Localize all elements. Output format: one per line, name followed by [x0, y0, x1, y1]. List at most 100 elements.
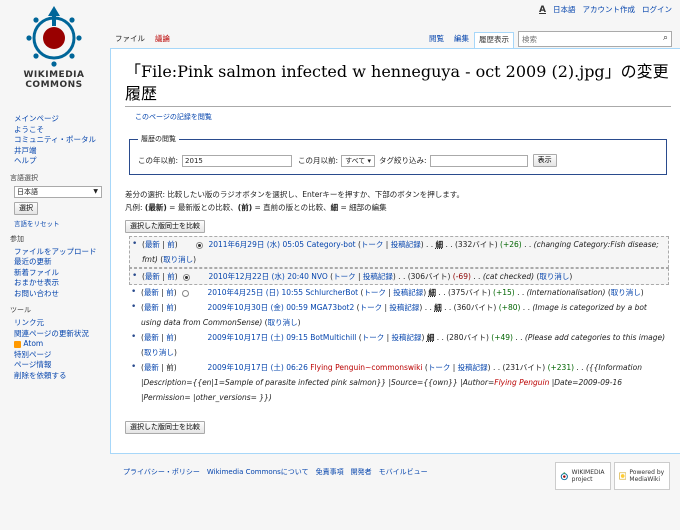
prev-link[interactable]: 前: [166, 303, 174, 312]
tab-edit[interactable]: 編集: [450, 32, 473, 48]
cur-link[interactable]: 最新: [144, 333, 159, 342]
sidebar-item-welcome[interactable]: ようこそ: [10, 125, 102, 136]
oldid-radio[interactable]: [183, 273, 191, 281]
tab-file[interactable]: ファイル: [111, 32, 149, 48]
cur-link[interactable]: 最新: [145, 272, 160, 281]
diff-radio[interactable]: [196, 241, 204, 249]
revision-date-link[interactable]: 2010年12月22日 (水) 20:40: [208, 272, 308, 281]
search-input[interactable]: [519, 32, 653, 46]
user-talk-link[interactable]: トーク: [333, 272, 356, 281]
revision-size: (332バイト): [454, 240, 498, 249]
edit-summary-user-link[interactable]: Flying Penguin: [494, 378, 549, 387]
participate-heading: 参加: [10, 234, 24, 243]
sidebar-item-request-deletion[interactable]: 削除を依頼する: [10, 371, 102, 382]
mediawiki-badge-text: Powered by MediaWiki: [629, 469, 665, 483]
view-log-link[interactable]: このページの記録を閲覧: [135, 112, 212, 122]
language-select-button[interactable]: 選択: [14, 201, 38, 215]
powered-by-mediawiki-badge[interactable]: Powered by MediaWiki: [614, 462, 670, 490]
undo-link[interactable]: 取り消し: [144, 348, 174, 357]
undo-link[interactable]: 取り消し: [268, 318, 298, 327]
revision-date-link[interactable]: 2009年10月30日 (金) 00:59: [207, 303, 307, 312]
user-link[interactable]: MGA73bot2: [310, 303, 354, 312]
cur-link[interactable]: 最新: [144, 303, 159, 312]
footer-privacy-link[interactable]: プライバシー・ポリシー: [123, 467, 200, 477]
user-contribs-link[interactable]: 投稿記録: [392, 333, 422, 342]
revision-date-link[interactable]: 2011年6月29日 (水) 05:05: [208, 240, 304, 249]
oldid-radio[interactable]: [182, 289, 190, 297]
language-reset-link[interactable]: 言語をリセット: [14, 218, 102, 228]
login-link[interactable]: ログイン: [642, 4, 672, 15]
tab-history[interactable]: 履歴表示: [474, 32, 514, 49]
language-link[interactable]: 日本語: [553, 4, 576, 15]
month-select[interactable]: すべて ▾: [341, 154, 376, 167]
footer-mobile-view-link[interactable]: モバイルビュー: [379, 467, 428, 477]
wikimedia-commons-logo-icon: [26, 6, 82, 67]
user-link[interactable]: NVO: [311, 272, 328, 281]
language-select[interactable]: 日本語 ▼: [14, 185, 102, 198]
sidebar-item-related-changes[interactable]: 関連ページの更新状況: [10, 329, 102, 340]
user-talk-link[interactable]: トーク: [428, 363, 451, 372]
revision-size: (280バイト): [446, 333, 489, 342]
sidebar-item-page-info[interactable]: ページ情報: [10, 360, 102, 371]
prev-link[interactable]: 前: [166, 333, 174, 342]
site-logo[interactable]: WIKIMEDIA COMMONS: [14, 2, 94, 102]
revision-size: (231バイト): [502, 363, 546, 372]
revision-row: (最新 | 前) 2010年12月22日 (水) 20:40 NVO (トーク …: [129, 268, 669, 285]
sidebar-item-contact[interactable]: お問い合わせ: [10, 289, 102, 300]
sidebar-item-new-files[interactable]: 新着ファイル: [10, 268, 102, 279]
sidebar-item-special-pages[interactable]: 特別ページ: [10, 350, 102, 361]
tab-talk[interactable]: 議論: [151, 32, 174, 48]
compare-revisions-button-bottom[interactable]: 選択した版同士を比較: [125, 421, 205, 434]
show-button[interactable]: 表示: [532, 154, 557, 167]
browse-history-fieldset: 履歴の閲覧 この年以前: 2015 この月以前: すべて ▾ タグ絞り込み: 表…: [129, 134, 667, 175]
revision-date-link[interactable]: 2010年4月25日 (日) 10:55: [207, 288, 303, 297]
user-link[interactable]: Category-bot: [306, 240, 355, 249]
user-talk-link[interactable]: トーク: [361, 240, 384, 249]
user-link[interactable]: Flying Penguin~commonswiki: [310, 363, 422, 372]
undo-link[interactable]: 取り消し: [539, 272, 569, 281]
footer-developers-link[interactable]: 開発者: [351, 467, 372, 477]
sidebar-item-main-page[interactable]: メインページ: [10, 114, 102, 125]
sidebar-item-help[interactable]: ヘルプ: [10, 156, 102, 167]
sidebar-item-recent-changes[interactable]: 最近の更新: [10, 257, 102, 268]
sidebar-item-what-links-here[interactable]: リンク元: [10, 318, 102, 329]
sidebar-item-atom[interactable]: Atom: [10, 339, 102, 350]
user-talk-link[interactable]: トーク: [360, 303, 383, 312]
sidebar-item-upload-file[interactable]: ファイルをアップロード: [10, 247, 102, 258]
user-link[interactable]: BotMultichill: [310, 333, 356, 342]
revision-size: (306バイト): [407, 272, 451, 281]
sidebar-item-village-pump[interactable]: 井戸端: [10, 146, 102, 157]
legend-prev: (前): [237, 203, 253, 212]
sidebar-item-random[interactable]: おまかせ表示: [10, 278, 102, 289]
search-icon[interactable]: ⌕: [663, 33, 668, 43]
language-icon[interactable]: A: [539, 5, 546, 15]
prev-link: 前: [167, 240, 175, 249]
prev-link[interactable]: 前: [167, 272, 175, 281]
prev-link[interactable]: 前: [166, 288, 174, 297]
user-contribs-link[interactable]: 投稿記録: [393, 288, 423, 297]
undo-link[interactable]: 取り消し: [611, 288, 641, 297]
compare-revisions-button-top[interactable]: 選択した版同士を比較: [125, 220, 205, 233]
user-contribs-link[interactable]: 投稿記録: [391, 240, 421, 249]
footer-disclaimer-link[interactable]: 免責事項: [316, 467, 344, 477]
year-label: この年以前:: [138, 156, 179, 165]
create-account-link[interactable]: アカウント作成: [583, 4, 636, 15]
user-talk-link[interactable]: トーク: [362, 333, 385, 342]
chevron-down-icon: ▼: [93, 187, 98, 195]
user-talk-link[interactable]: トーク: [363, 288, 386, 297]
footer-about-link[interactable]: Wikimedia Commonsについて: [207, 467, 309, 477]
cur-link[interactable]: 最新: [144, 363, 159, 372]
user-link[interactable]: SchlurcherBot: [305, 288, 358, 297]
sidebar-item-community-portal[interactable]: コミュニティ・ポータル: [10, 135, 102, 146]
cur-link[interactable]: 最新: [144, 288, 159, 297]
wikimedia-project-badge[interactable]: WIKIMEDIA project: [555, 462, 611, 490]
user-contribs-link[interactable]: 投稿記録: [389, 303, 419, 312]
undo-link[interactable]: 取り消し: [163, 255, 193, 264]
user-contribs-link[interactable]: 投稿記録: [363, 272, 393, 281]
tag-filter-input[interactable]: [429, 154, 528, 167]
user-contribs-link[interactable]: 投稿記録: [458, 363, 488, 372]
tab-read[interactable]: 閲覧: [425, 32, 448, 48]
revision-date-link[interactable]: 2009年10月17日 (土) 06:26: [207, 363, 307, 372]
revision-date-link[interactable]: 2009年10月17日 (土) 09:15: [207, 333, 307, 342]
year-input[interactable]: 2015: [182, 154, 293, 167]
